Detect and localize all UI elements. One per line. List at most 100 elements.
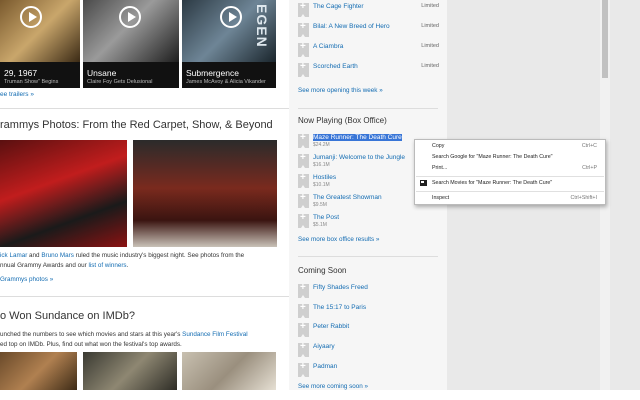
see-more-opening-link[interactable]: See more opening this week » xyxy=(298,87,383,94)
add-watchlist-icon[interactable] xyxy=(298,1,309,17)
sundance-text-line-1: unched the numbers to see which movies a… xyxy=(0,331,248,338)
trailer-thumbnail[interactable] xyxy=(0,0,80,62)
add-watchlist-icon[interactable] xyxy=(298,132,309,148)
trailer-strip: 29, 1967 Truman Show" Begins Unsane Clai… xyxy=(0,0,289,88)
movie-title[interactable]: Hostiles xyxy=(313,174,336,181)
trailer-caption: Unsane Claire Foy Gets Delusional xyxy=(83,62,179,88)
play-icon[interactable] xyxy=(220,6,242,28)
opening-item[interactable]: Scorched Earth Limited xyxy=(298,61,443,78)
trailer-card-3[interactable]: EGEN Submergence James McAvoy & Alicia V… xyxy=(182,0,276,88)
trailer-title[interactable]: 29, 1967 xyxy=(4,68,37,78)
context-search-google[interactable]: Search Google for "Maze Runner: The Deat… xyxy=(415,152,605,163)
context-menu: Copy Ctrl+C Search Google for "Maze Runne… xyxy=(414,139,606,205)
grammys-photo-bruno[interactable] xyxy=(133,140,277,247)
divider xyxy=(0,108,289,109)
coming-item[interactable]: Padman xyxy=(298,361,443,378)
menu-separator xyxy=(416,176,604,177)
release-type: Limited xyxy=(421,43,439,49)
movie-title[interactable]: Fifty Shades Freed xyxy=(313,284,368,291)
scrollbar-thumb[interactable] xyxy=(602,0,608,78)
movie-title-selected[interactable]: Maze Runner: The Death Cure xyxy=(313,134,402,141)
grammys-text-line-1: ick Lamar and Bruno Mars ruled the music… xyxy=(0,252,245,259)
menu-separator xyxy=(416,191,604,192)
sundance-text-line-2: ed top on IMDb. Plus, find out what won … xyxy=(0,341,182,348)
add-watchlist-icon[interactable] xyxy=(298,152,309,168)
see-more-coming-soon-link[interactable]: See more coming soon » xyxy=(298,383,368,390)
divider xyxy=(298,256,438,257)
grammys-photo-kendrick[interactable] xyxy=(0,140,127,247)
movie-title[interactable]: Aiyaary xyxy=(313,343,335,350)
sundance-photo-2[interactable] xyxy=(83,352,177,392)
context-copy[interactable]: Copy Ctrl+C xyxy=(415,141,605,152)
trailer-subtitle: Claire Foy Gets Delusional xyxy=(87,79,153,85)
coming-item[interactable]: The 15:17 to Paris xyxy=(298,302,443,319)
add-watchlist-icon[interactable] xyxy=(298,172,309,188)
divider xyxy=(298,108,438,109)
window-bottom-edge xyxy=(0,390,640,400)
trailer-title[interactable]: Submergence xyxy=(186,68,239,78)
trailer-subtitle: Truman Show" Begins xyxy=(4,79,59,85)
trailer-subtitle: James McAvoy & Alicia Vikander xyxy=(186,79,266,85)
add-watchlist-icon[interactable] xyxy=(298,341,309,357)
see-more-trailers-link[interactable]: ee trailers » xyxy=(0,91,34,98)
grammys-photos-link[interactable]: Grammys photos » xyxy=(0,275,53,285)
shortcut: Ctrl+C xyxy=(581,143,597,149)
context-search-movies[interactable]: Search Movies for "Maze Runner: The Deat… xyxy=(415,178,605,189)
add-watchlist-icon[interactable] xyxy=(298,361,309,377)
add-watchlist-icon[interactable] xyxy=(298,41,309,57)
context-label[interactable]: Search Movies for "Maze Runner: The Deat… xyxy=(432,180,552,186)
main-content: 29, 1967 Truman Show" Begins Unsane Clai… xyxy=(0,0,289,400)
movie-title[interactable]: Peter Rabbit xyxy=(313,323,349,330)
add-watchlist-icon[interactable] xyxy=(298,302,309,318)
sundance-film-festival-link[interactable]: Sundance Film Festival xyxy=(182,331,247,338)
movie-title[interactable]: The 15:17 to Paris xyxy=(313,304,366,311)
grammys-heading[interactable]: rammys Photos: From the Red Carpet, Show… xyxy=(0,119,273,131)
trailer-title[interactable]: Unsane xyxy=(87,68,116,78)
see-more-box-office-link[interactable]: See more box office results » xyxy=(298,236,379,243)
sundance-photo-1[interactable] xyxy=(0,352,77,392)
context-label[interactable]: Search Google for "Maze Runner: The Deat… xyxy=(432,154,553,160)
context-label[interactable]: Print... xyxy=(432,165,447,171)
context-label[interactable]: Copy xyxy=(432,143,444,149)
context-inspect[interactable]: Inspect Ctrl+Shift+I xyxy=(415,193,605,204)
opening-item[interactable]: Bilal: A New Breed of Hero Limited xyxy=(298,21,443,38)
add-watchlist-icon[interactable] xyxy=(298,321,309,337)
add-watchlist-icon[interactable] xyxy=(298,282,309,298)
movie-title[interactable]: Padman xyxy=(313,363,337,370)
add-watchlist-icon[interactable] xyxy=(298,212,309,228)
movie-title[interactable]: The Cage Fighter xyxy=(313,3,364,10)
play-icon[interactable] xyxy=(119,6,141,28)
trailer-card-2[interactable]: Unsane Claire Foy Gets Delusional xyxy=(83,0,179,88)
context-label[interactable]: Inspect xyxy=(432,195,449,201)
movie-title[interactable]: The Post xyxy=(313,214,339,221)
poster-text: EGEN xyxy=(254,4,270,48)
opening-item[interactable]: A Ciambra Limited xyxy=(298,41,443,58)
movie-title[interactable]: Jumanji: Welcome to the Jungle xyxy=(313,154,405,161)
movies-extension-icon xyxy=(420,180,427,186)
gross: $24.2M xyxy=(313,142,330,148)
divider xyxy=(0,296,289,297)
shortcut: Ctrl+Shift+I xyxy=(570,195,598,201)
kendrick-lamar-link[interactable]: ick Lamar xyxy=(0,252,27,259)
add-watchlist-icon[interactable] xyxy=(298,61,309,77)
movie-title[interactable]: Scorched Earth xyxy=(313,63,358,70)
play-icon[interactable] xyxy=(20,6,42,28)
coming-item[interactable]: Fifty Shades Freed xyxy=(298,282,443,299)
coming-item[interactable]: Aiyaary xyxy=(298,341,443,358)
box-office-item[interactable]: The Post$5.1M xyxy=(298,212,443,231)
movie-title[interactable]: A Ciambra xyxy=(313,43,343,50)
movie-title[interactable]: The Greatest Showman xyxy=(313,194,382,201)
sundance-photo-3[interactable] xyxy=(182,352,276,392)
add-watchlist-icon[interactable] xyxy=(298,192,309,208)
add-watchlist-icon[interactable] xyxy=(298,21,309,37)
coming-item[interactable]: Peter Rabbit xyxy=(298,321,443,338)
opening-item[interactable]: The Cage Fighter Limited xyxy=(298,1,443,18)
box-office-heading: Now Playing (Box Office) xyxy=(298,116,387,125)
context-print[interactable]: Print... Ctrl+P xyxy=(415,163,605,174)
sundance-heading[interactable]: o Won Sundance on IMDb? xyxy=(0,310,135,322)
bruno-mars-link[interactable]: Bruno Mars xyxy=(41,252,74,259)
release-type: Limited xyxy=(421,63,439,69)
trailer-card-1[interactable]: 29, 1967 Truman Show" Begins xyxy=(0,0,80,88)
list-of-winners-link[interactable]: list of winners xyxy=(88,262,126,269)
movie-title[interactable]: Bilal: A New Breed of Hero xyxy=(313,23,390,30)
